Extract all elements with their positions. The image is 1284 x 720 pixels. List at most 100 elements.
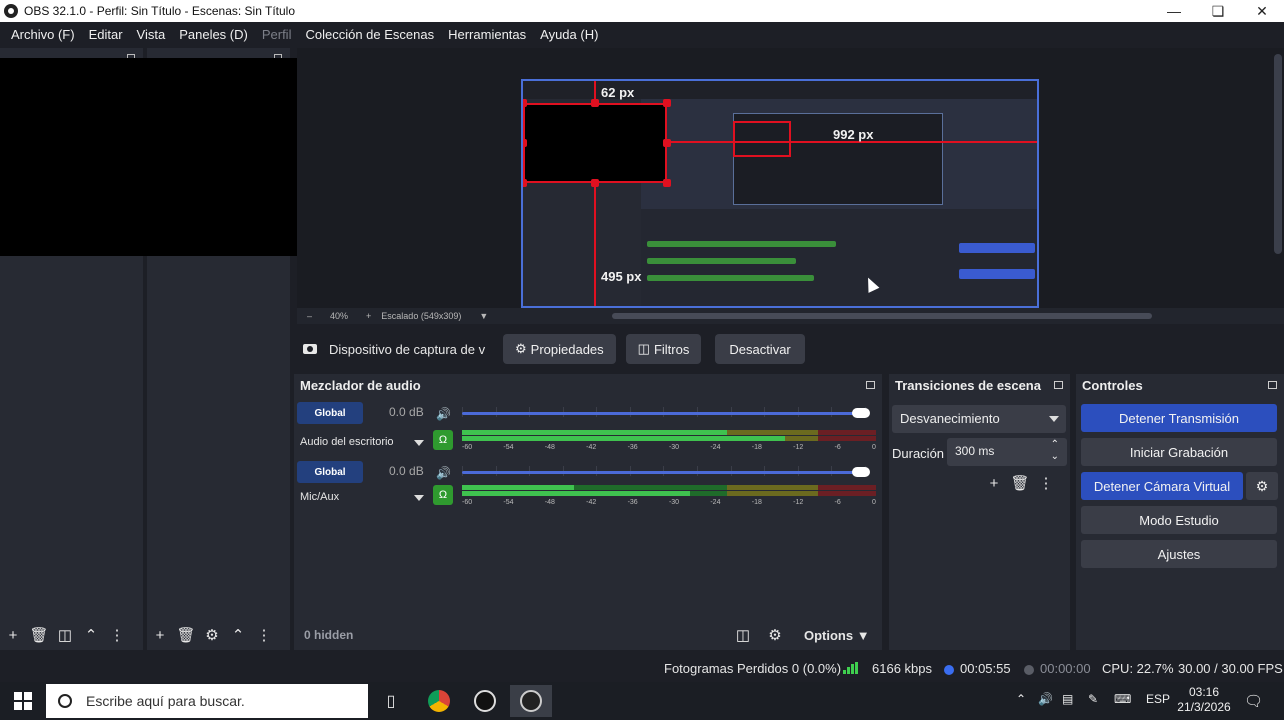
app-icon[interactable] [464, 685, 506, 717]
deactivate-button[interactable]: Desactivar [715, 334, 805, 364]
global-button[interactable]: Global [297, 402, 363, 424]
headphones-icon[interactable]: Ω [433, 430, 453, 450]
layout-toggle-icon[interactable]: ◫ [730, 622, 756, 648]
properties-button[interactable]: ⚙ Propiedades [503, 334, 616, 364]
duration-input[interactable]: 300 ms ⌃ ⌄ [947, 438, 1067, 466]
zoom-in-icon[interactable]: + [366, 311, 371, 321]
headphones-icon[interactable]: Ω [433, 485, 453, 505]
meter-fill-right [462, 436, 785, 441]
more-icon[interactable]: ⋮ [251, 622, 277, 648]
duration-label: Duración [892, 446, 945, 461]
stop-virtual-camera-button[interactable]: Detener Cámara Virtual [1081, 472, 1243, 500]
menu-paneles[interactable]: Paneles (D) [172, 27, 255, 42]
pen-icon[interactable]: ✎ [1088, 692, 1098, 706]
track-menu-icon[interactable] [414, 495, 424, 501]
preview-area[interactable]: 62 px 992 px 495 px [297, 48, 1284, 308]
dock-float-icon[interactable] [866, 381, 875, 389]
preview-horizontal-scrollbar[interactable] [612, 313, 1152, 319]
add-transition-icon[interactable]: + [981, 470, 1007, 496]
gear-icon: ⚙ [515, 341, 527, 356]
taskbar-search[interactable]: Escribe aquí para buscar. [46, 684, 368, 718]
speaker-icon[interactable]: 🔊 [436, 407, 451, 421]
studio-mode-button[interactable]: Modo Estudio [1081, 506, 1277, 534]
move-up-icon[interactable]: ⌃ [78, 622, 104, 648]
transition-select[interactable]: Desvanecimiento [892, 405, 1066, 433]
network-icon[interactable]: ▤ [1062, 692, 1073, 706]
tray-chevron-up-icon[interactable]: ⌃ [1016, 692, 1026, 706]
record-timer: 00:00:00 [1024, 661, 1091, 676]
speaker-icon[interactable]: 🔊 [436, 466, 451, 480]
language-indicator[interactable]: ESP [1146, 692, 1170, 706]
stop-streaming-button[interactable]: Detener Transmisión [1081, 404, 1277, 432]
remove-transition-icon[interactable]: 🗑 [1007, 470, 1033, 496]
menu-perfil[interactable]: Perfil [255, 27, 299, 42]
obs-logo-icon [4, 4, 18, 18]
menu-coleccion[interactable]: Colección de Escenas [298, 27, 441, 42]
zoom-out-icon[interactable]: – [307, 311, 312, 321]
transition-toolbar: + 🗑 ⋮ [981, 470, 1059, 496]
volume-slider[interactable] [462, 408, 870, 418]
mixer-title: Mezclador de audio [300, 378, 421, 393]
preview-canvas[interactable]: 62 px 992 px 495 px [521, 79, 1039, 308]
more-icon[interactable]: ⋮ [104, 622, 130, 648]
settings-button[interactable]: Ajustes [1081, 540, 1277, 568]
selection-box[interactable] [523, 103, 667, 183]
add-source-icon[interactable]: + [147, 622, 173, 648]
signal-strength-icon [843, 662, 859, 674]
remove-scene-icon[interactable]: 🗑 [26, 622, 52, 648]
obs-app-icon[interactable] [510, 685, 552, 717]
volume-icon[interactable]: 🔊 [1038, 692, 1053, 706]
add-scene-icon[interactable]: + [0, 622, 26, 648]
volume-knob[interactable] [852, 408, 870, 418]
stepper-icon[interactable]: ⌃ ⌄ [1051, 439, 1059, 463]
status-bar: Fotogramas Perdidos 0 (0.0%) 6166 kbps 0… [0, 654, 1284, 682]
mixer-settings-icon[interactable]: ⚙ [762, 622, 788, 648]
menu-archivo[interactable]: Archivo (F) [4, 27, 82, 42]
menu-ayuda[interactable]: Ayuda (H) [533, 27, 605, 42]
dock-float-icon[interactable] [1054, 381, 1063, 389]
options-button[interactable]: Options ▼ [804, 628, 870, 643]
volume-slider[interactable] [462, 467, 870, 477]
move-up-icon[interactable]: ⌃ [225, 622, 251, 648]
keyboard-icon[interactable]: ⌨ [1114, 692, 1131, 706]
track-menu-icon[interactable] [414, 440, 424, 446]
chrome-app-icon[interactable] [418, 685, 460, 717]
volume-knob[interactable] [852, 467, 870, 477]
scene-filters-icon[interactable]: ◫ [52, 622, 78, 648]
windows-start-icon[interactable] [14, 692, 32, 710]
filters-button[interactable]: ◫ Filtros [625, 334, 702, 364]
selected-source: Dispositivo de captura de v [303, 342, 493, 357]
db-readout: 0.0 dB [389, 405, 424, 419]
restore-icon[interactable]: ❏ [1196, 0, 1240, 22]
hidden-count: 0 hidden [304, 628, 354, 642]
properties-label: Propiedades [530, 341, 604, 357]
close-icon[interactable]: ✕ [1240, 0, 1284, 22]
scene-transitions-panel: Transiciones de escena Desvanecimiento D… [889, 374, 1070, 650]
stream-icon [944, 664, 954, 675]
global-button[interactable]: Global [297, 461, 363, 483]
menu-editar[interactable]: Editar [82, 27, 130, 42]
bitrate: 6166 kbps [872, 661, 932, 676]
menu-vista[interactable]: Vista [130, 27, 173, 42]
dock-float-icon[interactable] [1268, 381, 1277, 389]
cpu-usage: CPU: 22.7% [1102, 661, 1174, 676]
options-label: Options [804, 627, 854, 643]
more-icon[interactable]: ⋮ [1033, 470, 1059, 496]
notifications-icon[interactable]: 🗨 [1244, 692, 1263, 710]
clock[interactable]: 03:16 21/3/2026 [1174, 685, 1234, 715]
meter-fill-right [462, 491, 690, 496]
start-recording-button[interactable]: Iniciar Grabación [1081, 438, 1277, 466]
nested-button [959, 269, 1035, 279]
virtual-camera-settings-icon[interactable]: ⚙ [1246, 472, 1278, 500]
deactivate-label: Desactivar [729, 341, 791, 357]
source-properties-icon[interactable]: ⚙ [199, 622, 225, 648]
menu-herramientas[interactable]: Herramientas [441, 27, 533, 42]
db-readout: 0.0 dB [389, 464, 424, 478]
scale-dropdown-icon[interactable]: ▼ [479, 311, 488, 321]
track-name: Mic/Aux [300, 491, 340, 503]
remove-source-icon[interactable]: 🗑 [173, 622, 199, 648]
inner-selection-box [733, 121, 791, 157]
preview-vertical-scrollbar[interactable] [1274, 54, 1282, 254]
minimize-icon[interactable]: — [1152, 0, 1196, 22]
task-view-icon[interactable]: ▯ [370, 685, 412, 717]
